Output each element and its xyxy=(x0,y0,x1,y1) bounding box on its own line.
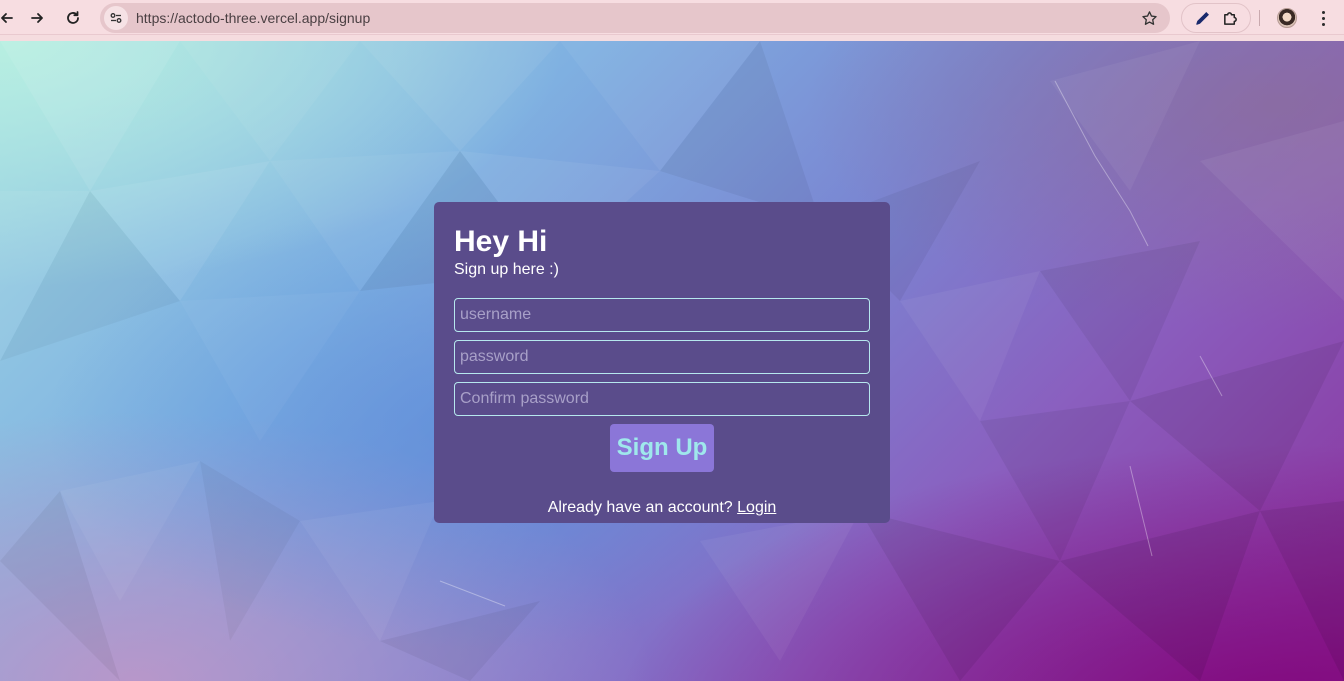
kebab-menu-icon[interactable] xyxy=(1313,7,1333,29)
reload-icon xyxy=(67,11,79,24)
back-button[interactable] xyxy=(0,5,20,31)
login-prompt-row: Already have an account? Login xyxy=(454,498,870,518)
extensions-group xyxy=(1181,3,1251,33)
page-title: Hey Hi xyxy=(454,225,548,258)
submit-row: Sign Up xyxy=(454,424,870,472)
signup-card: Hey Hi Sign up here :) Sign Up Already h… xyxy=(434,202,890,523)
login-prompt-text: Already have an account? xyxy=(547,499,733,516)
reload-button[interactable] xyxy=(60,5,86,31)
forward-arrow-icon xyxy=(31,13,43,23)
page-viewport: Hey Hi Sign up here :) Sign Up Already h… xyxy=(0,41,1344,681)
back-arrow-icon xyxy=(1,13,13,23)
bookmark-button[interactable] xyxy=(1140,9,1158,27)
browser-toolbar: https://actodo-three.vercel.app/signup xyxy=(0,0,1344,35)
username-input[interactable] xyxy=(454,298,870,332)
login-link[interactable]: Login xyxy=(737,499,776,516)
password-input[interactable] xyxy=(454,340,870,374)
signup-button[interactable]: Sign Up xyxy=(610,424,714,472)
forward-button[interactable] xyxy=(24,5,50,31)
url-text[interactable]: https://actodo-three.vercel.app/signup xyxy=(136,10,370,26)
site-info-icon xyxy=(110,13,122,23)
toolbar-divider xyxy=(1259,10,1260,26)
page-subtitle: Sign up here :) xyxy=(454,261,559,278)
puzzle-icon[interactable] xyxy=(1222,10,1239,27)
star-icon xyxy=(1141,10,1157,25)
avatar[interactable] xyxy=(1277,8,1297,28)
site-info-button[interactable] xyxy=(104,6,128,30)
confirm-password-input[interactable] xyxy=(454,382,870,416)
eyedropper-icon[interactable] xyxy=(1194,10,1211,27)
address-bar[interactable]: https://actodo-three.vercel.app/signup xyxy=(100,3,1170,33)
